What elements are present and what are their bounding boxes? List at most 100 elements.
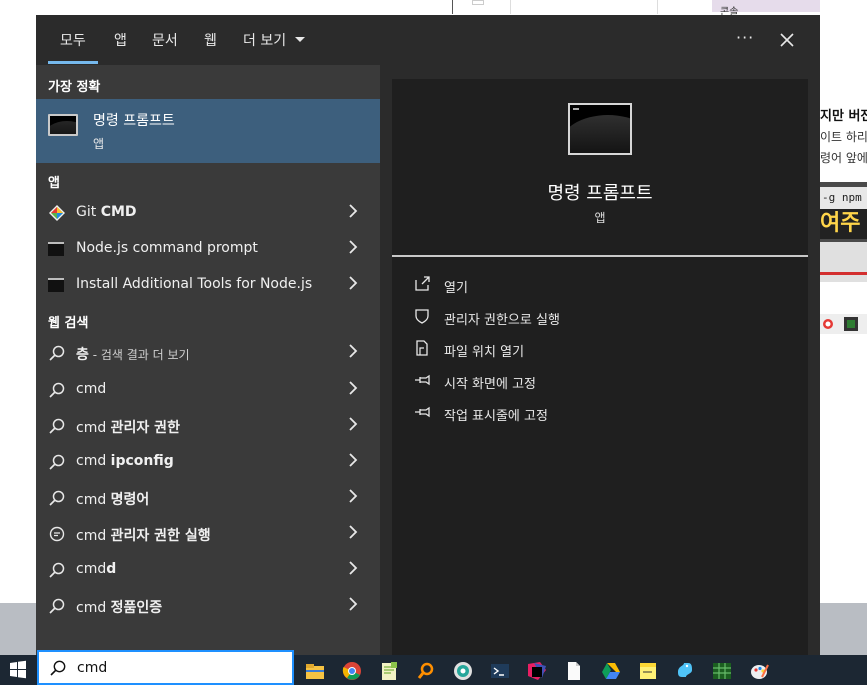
label-prefix: 층 [76, 347, 89, 363]
chevron-right-icon [349, 276, 358, 290]
pin-icon [415, 406, 430, 418]
console-icon [48, 278, 64, 292]
search-icon [50, 660, 66, 676]
tab-documents[interactable]: 문서 [152, 30, 178, 50]
label-hint: - 검색 결과 더 보기 [88, 348, 190, 362]
command-prompt-icon [568, 103, 632, 155]
background-terminal-area [820, 242, 867, 282]
action-label: 열기 [444, 281, 468, 296]
search-icon [49, 345, 65, 361]
close-button[interactable] [779, 24, 795, 54]
app-result-git-cmd[interactable]: Git CMD [36, 195, 380, 231]
web-result-cmdd[interactable]: cmdd [36, 552, 380, 588]
background-heading: 지만 버전 [820, 109, 867, 124]
background-tab-box [472, 0, 484, 5]
file-explorer-icon[interactable] [304, 660, 326, 682]
powershell-icon[interactable] [489, 660, 511, 682]
tab-more[interactable]: 더 보기 [243, 30, 306, 50]
label-prefix: cmd [76, 600, 111, 616]
open-icon [415, 276, 430, 291]
app-result-nodejs-prompt[interactable]: Node.js command prompt [36, 231, 380, 267]
globe-tool-icon[interactable] [452, 660, 474, 682]
background-divider [452, 0, 453, 14]
drive-icon[interactable] [600, 660, 622, 682]
excel-sheet-icon[interactable] [711, 660, 733, 682]
background-webpage-text: 지만 버전 이트 하리 령어 앞에 [820, 106, 867, 169]
label-prefix: Node.js command prompt [76, 240, 258, 256]
chevron-right-icon [349, 453, 358, 467]
tab-all[interactable]: 모두 [60, 30, 86, 50]
taskbar-search-box[interactable]: cmd [37, 650, 294, 685]
search-tool-icon[interactable] [415, 660, 437, 682]
background-caption: 여주 [820, 209, 867, 239]
sticky-notes-icon[interactable] [637, 660, 659, 682]
chevron-right-icon [349, 344, 358, 358]
web-result-label: cmd ipconfig [76, 453, 174, 469]
action-label: 작업 표시줄에 고정 [444, 409, 548, 424]
label-match: CMD [100, 204, 137, 220]
label-prefix: cmd [76, 453, 111, 469]
web-result-cmd-admin[interactable]: cmd 관리자 권한 [36, 408, 380, 444]
document-icon[interactable] [563, 660, 585, 682]
app-result-nodejs-tools[interactable]: Install Additional Tools for Node.js [36, 267, 380, 303]
tab-selected-indicator [48, 61, 98, 64]
tab-more-label: 더 보기 [243, 33, 287, 49]
app-result-label: Node.js command prompt [76, 240, 258, 256]
tab-apps[interactable]: 앱 [114, 30, 127, 50]
web-result-cmd-ipconfig[interactable]: cmd ipconfig [36, 444, 380, 480]
paint-icon[interactable] [748, 660, 770, 682]
app-result-label: Install Additional Tools for Node.js [76, 276, 312, 292]
chevron-right-icon [349, 561, 358, 575]
app-result-label: Git CMD [76, 204, 137, 220]
shield-icon [415, 309, 429, 324]
label-prefix: cmd [76, 561, 107, 577]
web-result-cmd[interactable]: cmd [36, 372, 380, 408]
web-result-cmd-commands[interactable]: cmd 명령어 [36, 480, 380, 516]
search-input[interactable]: cmd [77, 660, 107, 676]
action-label: 관리자 권한으로 실행 [444, 313, 560, 328]
best-match-item[interactable]: 명령 프롬프트 앱 [36, 99, 380, 163]
label-match: 관리자 권한 [110, 420, 180, 436]
background-line: 령어 앞에 [820, 151, 867, 165]
jetbrains-icon[interactable] [526, 660, 548, 682]
label-prefix: cmd [76, 420, 111, 436]
section-best-match: 가장 정확 [48, 80, 101, 95]
chevron-right-icon [349, 525, 358, 539]
background-divider [510, 0, 511, 14]
web-result-cmd-admin-run[interactable]: cmd 관리자 권한 실행 [36, 516, 380, 552]
chevron-right-icon [349, 381, 358, 395]
chevron-right-icon [349, 597, 358, 611]
preview-divider [392, 255, 808, 257]
search-icon [49, 382, 65, 398]
chat-icon [49, 526, 65, 542]
web-result-label: cmd 관리자 권한 실행 [76, 525, 211, 545]
more-options-button[interactable]: ··· [736, 28, 754, 47]
chevron-right-icon [349, 417, 358, 431]
tab-web[interactable]: 웹 [204, 30, 217, 50]
label-prefix: Install Additional Tools for Node.js [76, 276, 313, 292]
web-result-label: cmd 명령어 [76, 489, 149, 509]
label-prefix: Git [76, 204, 101, 220]
preview-title: 명령 프롬프트 [547, 183, 653, 204]
background-icon-row [820, 314, 867, 334]
label-match: d [106, 561, 117, 577]
search-icon [49, 562, 65, 578]
section-apps: 앱 [48, 176, 60, 191]
pin-icon [415, 374, 430, 386]
background-terminal-text: -g npm [820, 187, 867, 209]
background-icons [823, 317, 858, 331]
windows-logo-icon [10, 660, 26, 679]
web-result-label: 층 - 검색 결과 더 보기 [76, 344, 190, 364]
search-icon [49, 418, 65, 434]
start-button[interactable] [0, 655, 36, 685]
web-result-label: cmd 정품인증 [76, 597, 162, 617]
label-prefix: cmd [76, 381, 107, 397]
web-result-cmd-activation[interactable]: cmd 정품인증 [36, 588, 380, 624]
web-result-label: cmdd [76, 561, 116, 577]
chevron-right-icon [349, 204, 358, 218]
web-result-see-more[interactable]: 층 - 검색 결과 더 보기 [36, 335, 380, 371]
git-icon [49, 205, 65, 221]
python-icon[interactable] [674, 660, 696, 682]
chrome-icon[interactable] [341, 660, 363, 682]
notepad-plus-icon[interactable] [378, 660, 400, 682]
